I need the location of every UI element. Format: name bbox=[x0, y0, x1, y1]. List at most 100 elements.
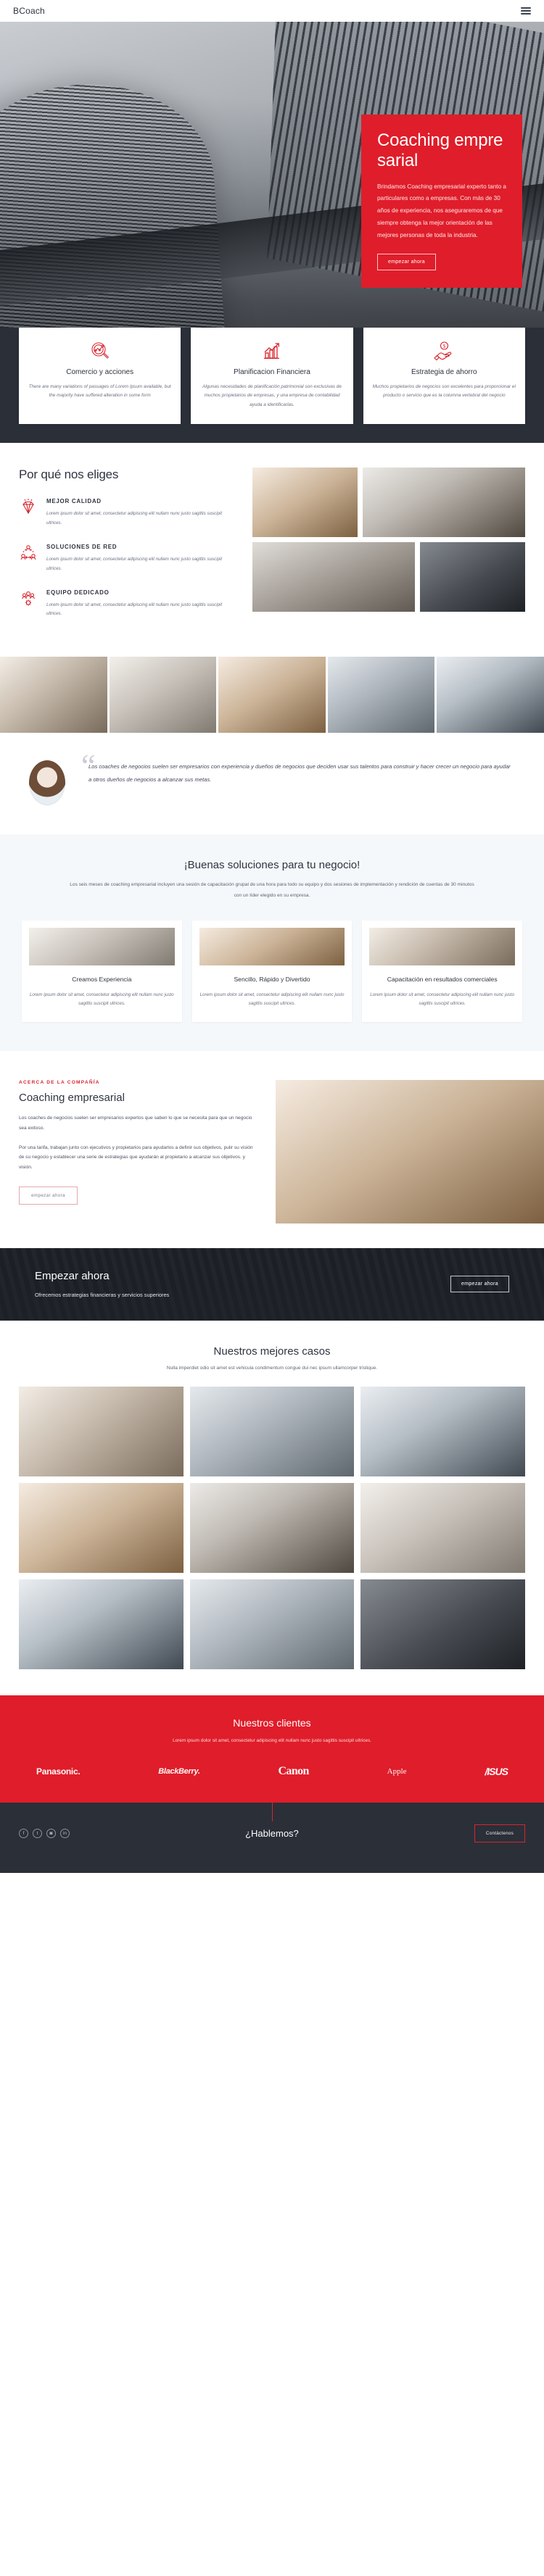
hero-paragraph: Brindamos Coaching empresarial experto t… bbox=[377, 183, 506, 238]
cases-grid bbox=[19, 1386, 525, 1669]
solution-card[interactable]: Creamos Experiencia Lorem ipsum dolor si… bbox=[22, 920, 182, 1022]
about-paragraph-2: Por una tarifa, trabajan junto con ejecu… bbox=[19, 1144, 253, 1171]
bar-chart-growth-icon bbox=[200, 341, 343, 361]
burger-line bbox=[521, 10, 531, 12]
feature-card[interactable]: Comercio y acciones There are many varia… bbox=[19, 328, 181, 425]
instagram-icon[interactable]: ◙ bbox=[46, 1828, 56, 1838]
case-photo-sticky-notes[interactable] bbox=[19, 1482, 184, 1573]
client-logo-apple: Apple bbox=[387, 1766, 407, 1776]
cta-title: Empezar ahora bbox=[35, 1270, 110, 1283]
cases-lead: Nulla imperdiet odio sit amet est vehicu… bbox=[166, 1365, 378, 1371]
linkedin-icon[interactable]: in bbox=[60, 1828, 70, 1838]
feature-title: Comercio y acciones bbox=[66, 368, 134, 376]
network-nodes-icon bbox=[19, 544, 38, 573]
why-choose-us-section: Por qué nos eliges MEJOR CALIDAD Lorem i… bbox=[0, 443, 544, 657]
solution-text: Lorem ipsum dolor sit amet, consectetur … bbox=[370, 992, 515, 1007]
client-logo-canon: Canon bbox=[278, 1764, 309, 1777]
why-item-text: Lorem ipsum dolor sit amet, consectetur … bbox=[46, 602, 223, 617]
photo-coffee-cups bbox=[252, 468, 358, 538]
solutions-title: ¡Buenas soluciones para tu negocio! bbox=[184, 858, 360, 871]
hero-content-card: Coaching empresarial Brindamos Coaching … bbox=[361, 115, 522, 288]
about-title: Coaching empresarial bbox=[19, 1091, 125, 1104]
case-photo-world-map-report[interactable] bbox=[19, 1579, 184, 1669]
hero-title: Coaching empresarial bbox=[377, 130, 503, 170]
contact-button[interactable]: Contáctenos bbox=[474, 1824, 525, 1842]
cta-text: Empezar ahora Ofrecemos estrategias fina… bbox=[35, 1270, 169, 1298]
about-paragraph-1: Los coaches de negocios suelen ser empre… bbox=[19, 1115, 252, 1131]
why-item-title: EQUIPO DEDICADO bbox=[46, 589, 110, 597]
about-eyebrow: ACERCA DE LA COMPAÑÍA bbox=[19, 1079, 100, 1085]
testimonial-text: Los coaches de negocios suelen ser empre… bbox=[88, 763, 511, 784]
feature-card[interactable]: Planificacion Financiera Algunas necesid… bbox=[191, 328, 353, 425]
cta-button[interactable]: empezar ahora bbox=[450, 1276, 509, 1293]
solution-card[interactable]: Capacitación en resultados comerciales L… bbox=[362, 920, 523, 1022]
case-photo-handshake[interactable] bbox=[360, 1579, 525, 1669]
feature-title: Estrategia de ahorro bbox=[411, 368, 477, 376]
photo-team-hands-together bbox=[276, 1079, 544, 1223]
features-section: Comercio y acciones There are many varia… bbox=[0, 328, 544, 444]
image-row bbox=[252, 542, 525, 612]
features-grid: Comercio y acciones There are many varia… bbox=[0, 328, 544, 425]
clients-section: Nuestros clientes Lorem ipsum dolor sit … bbox=[0, 1695, 544, 1803]
case-photo-meeting-room[interactable] bbox=[189, 1386, 355, 1476]
facebook-icon[interactable]: f bbox=[19, 1828, 28, 1838]
hero-cta-button[interactable]: empezar ahora bbox=[377, 253, 436, 270]
why-item: MEJOR CALIDAD Lorem ipsum dolor sit amet… bbox=[19, 498, 236, 528]
solutions-lead: Los seis meses de coaching empresarial i… bbox=[70, 881, 474, 898]
image-row bbox=[252, 468, 525, 538]
case-photo-high-five[interactable] bbox=[19, 1386, 184, 1476]
twitter-icon[interactable]: t bbox=[33, 1828, 42, 1838]
case-photo-analytics-screens[interactable] bbox=[189, 1579, 355, 1669]
photo-woman-working bbox=[218, 656, 326, 733]
case-photo-workspace-plant[interactable] bbox=[360, 1482, 525, 1573]
svg-text:$: $ bbox=[443, 344, 446, 349]
feature-title: Planificacion Financiera bbox=[234, 368, 310, 376]
landing-page: BCoach Coaching empresarial Brindamos Co… bbox=[0, 0, 544, 1873]
feature-card[interactable]: $ Estrategia de ahorro Muchos propietari… bbox=[363, 328, 525, 425]
cta-subtitle: Ofrecemos estrategias financieras y serv… bbox=[35, 1292, 170, 1299]
burger-line bbox=[521, 13, 531, 14]
about-text-column: ACERCA DE LA COMPAÑÍA Coaching empresari… bbox=[0, 1080, 276, 1223]
photo-company-growth-screen bbox=[437, 656, 544, 733]
hand-coin-icon: $ bbox=[373, 341, 516, 361]
solution-title: Capacitación en resultados comerciales bbox=[387, 975, 498, 983]
testimonial-body: “ Los coaches de negocios suelen ser emp… bbox=[81, 749, 515, 787]
social-links: f t ◙ in bbox=[19, 1828, 70, 1838]
hero-section: Coaching empresarial Brindamos Coaching … bbox=[0, 22, 544, 370]
client-logo-asus: /ISUS bbox=[485, 1765, 508, 1777]
site-footer: f t ◙ in ¿Hablemos? Contáctenos bbox=[0, 1802, 544, 1873]
photo-celebration bbox=[0, 656, 107, 733]
magnifier-chart-icon bbox=[28, 341, 171, 361]
clients-title: Nuestros clientes bbox=[233, 1716, 311, 1729]
cases-section: Nuestros mejores casos Nulla imperdiet o… bbox=[0, 1320, 544, 1695]
client-logo-blackberry: BlackBerry. bbox=[158, 1766, 200, 1776]
why-item-text: Lorem ipsum dolor sit amet, consectetur … bbox=[46, 511, 223, 525]
client-logos: Panasonic. BlackBerry. Canon Apple /ISUS bbox=[19, 1765, 525, 1778]
feature-text: Algunas necesidades de planificación pat… bbox=[202, 384, 342, 407]
case-photo-dashboard-monitor[interactable] bbox=[360, 1386, 525, 1476]
hamburger-menu-icon[interactable] bbox=[521, 7, 531, 14]
about-cta-button[interactable]: empezar ahora bbox=[19, 1187, 78, 1205]
why-item: SOLUCIONES DE RED Lorem ipsum dolor sit … bbox=[19, 544, 236, 573]
solution-text: Lorem ipsum dolor sit amet, consectetur … bbox=[199, 992, 345, 1007]
solution-title: Creamos Experiencia bbox=[72, 975, 132, 983]
avatar bbox=[29, 760, 65, 805]
photo-laptop-hands bbox=[109, 656, 217, 733]
feature-text: There are many variations of passages of… bbox=[28, 384, 171, 399]
photo-office-desk bbox=[327, 656, 435, 733]
why-choose-us-left: Por qué nos eliges MEJOR CALIDAD Lorem i… bbox=[19, 468, 236, 634]
site-logo[interactable]: BCoach bbox=[13, 6, 45, 16]
solution-text: Lorem ipsum dolor sit amet, consectetur … bbox=[29, 992, 174, 1007]
case-photo-smiling-woman[interactable] bbox=[189, 1482, 355, 1573]
testimonial-section: “ Los coaches de negocios suelen ser emp… bbox=[0, 732, 544, 834]
cta-banner: Empezar ahora Ofrecemos estrategias fina… bbox=[0, 1247, 544, 1321]
client-logo-panasonic: Panasonic. bbox=[36, 1766, 81, 1777]
solution-card[interactable]: Sencillo, Rápido y Divertido Lorem ipsum… bbox=[191, 920, 353, 1022]
diamond-icon bbox=[19, 498, 38, 528]
why-item-title: MEJOR CALIDAD bbox=[46, 498, 102, 505]
site-header: BCoach bbox=[0, 0, 544, 22]
photo-laptop-coffee bbox=[29, 927, 175, 965]
solution-title: Sencillo, Rápido y Divertido bbox=[234, 975, 310, 983]
clients-lead: Lorem ipsum dolor sit amet, consectetur … bbox=[173, 1737, 371, 1743]
footer-title: ¿Hablemos? bbox=[245, 1827, 299, 1839]
